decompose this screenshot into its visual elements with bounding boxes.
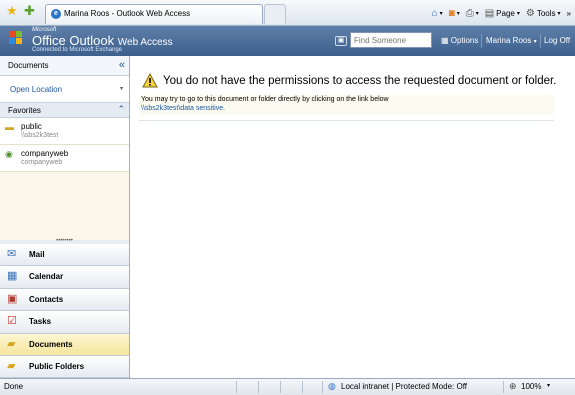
status-divider — [322, 381, 323, 393]
user-menu-button[interactable]: Marina Roos ▾ — [483, 34, 540, 48]
brand-tagline: Connected to Microsoft Exchange — [32, 47, 123, 53]
page-menu-label: Page — [496, 8, 515, 18]
chevron-down-icon: ▾ — [119, 86, 123, 92]
browser-toolbar: ★ ✚ e Marina Roos - Outlook Web Access ⌂… — [0, 0, 575, 26]
public-folders-icon: ▰ — [7, 359, 16, 372]
error-description: You may try to go to this document or fo… — [141, 96, 389, 103]
error-title: You do not have the permissions to acces… — [163, 75, 557, 87]
chevron-down-icon: ▾ — [557, 10, 561, 17]
status-text: Done — [4, 382, 24, 391]
log-off-button[interactable]: Log Off — [541, 34, 573, 48]
chevron-down-icon: ▾ — [475, 10, 479, 17]
ie-page-icon: e — [51, 9, 61, 19]
pane-header: Documents « — [0, 56, 129, 76]
nav-label: Mail — [29, 250, 45, 259]
sharepoint-site-icon: ◉ — [5, 149, 13, 159]
brand-product: Office Outlook Web Access — [32, 33, 173, 48]
favorites-label: Favorites — [8, 106, 41, 115]
nav-label: Calendar — [29, 272, 64, 282]
content-area: You do not have the permissions to acces… — [131, 56, 575, 378]
owa-header: Microsoft Office Outlook Web Access Conn… — [0, 26, 575, 56]
status-divider — [302, 381, 303, 393]
nav-calendar[interactable]: ▦ Calendar — [0, 266, 129, 289]
browser-tab-title: Marina Roos - Outlook Web Access — [64, 9, 191, 18]
favorite-path: companyweb — [21, 159, 63, 166]
folder-icon: ▬ — [5, 122, 14, 132]
print-icon: ⎙ — [465, 7, 474, 19]
office-logo-icon — [9, 31, 23, 45]
address-book-icon[interactable]: ▣ — [335, 36, 347, 46]
security-zone: Local intranet | Protected Mode: Off — [341, 382, 467, 391]
calendar-icon: ▦ — [7, 270, 18, 283]
nav-documents[interactable]: ▰ Documents — [0, 333, 129, 356]
open-location-label: Open Location — [10, 85, 63, 94]
tools-menu-label: Tools — [536, 8, 556, 18]
status-bar: Done ◍ Local intranet | Protected Mode: … — [0, 378, 575, 395]
home-button[interactable]: ⌂ ▾ — [432, 8, 443, 19]
divider — [139, 120, 554, 121]
nav-tasks[interactable]: ☑ Tasks — [0, 311, 129, 334]
chevron-down-icon[interactable]: ▾ — [547, 382, 550, 389]
nav-contacts[interactable]: ▣ Contacts — [0, 288, 129, 312]
home-icon: ⌂ — [431, 7, 438, 19]
options-button[interactable]: ▦ Options — [438, 34, 481, 48]
brand-product-name: Office Outlook — [32, 33, 115, 48]
page-icon: ▤ — [484, 7, 495, 19]
zoom-level[interactable]: 100% — [521, 382, 541, 391]
gear-icon: ⚙ — [525, 7, 535, 19]
status-divider — [280, 381, 281, 393]
brand-product-suffix: Web Access — [117, 37, 173, 48]
nav-label: Documents — [29, 339, 73, 349]
nav-label: Tasks — [29, 317, 52, 327]
favorite-item-companyweb[interactable]: ◉ companyweb companyweb — [0, 145, 129, 172]
status-divider — [503, 381, 504, 393]
status-divider — [258, 381, 259, 393]
user-name: Marina Roos — [486, 36, 532, 45]
favorites-star-icon[interactable]: ★ — [6, 4, 18, 18]
favorite-path: \\sbs2k3test — [21, 132, 59, 139]
contacts-icon: ▣ — [7, 292, 18, 305]
feeds-icon: ◙ — [448, 7, 455, 19]
options-icon: ▦ — [441, 36, 449, 45]
module-navigation: ✉ Mail ▦ Calendar ▣ Contacts ☑ Tasks ▰ Docume… — [0, 244, 129, 379]
favorite-name: public — [21, 122, 42, 131]
mail-icon: ✉ — [7, 248, 17, 260]
open-location-button[interactable]: Open Location ▾ — [0, 82, 129, 98]
new-tab-button[interactable] — [264, 4, 286, 24]
nav-public-folders[interactable]: ▰ Public Folders — [0, 355, 129, 379]
find-someone-input[interactable] — [350, 32, 432, 48]
collapse-pane-icon[interactable]: « — [119, 58, 125, 72]
header-divider — [481, 34, 482, 48]
chevron-down-icon: ▾ — [516, 10, 520, 17]
collapse-favorites-icon[interactable]: ⌃ — [117, 104, 125, 115]
feeds-button[interactable]: ◙ ▾ — [449, 8, 460, 19]
favorite-item-public[interactable]: ▬ public \\sbs2k3test — [0, 118, 129, 145]
zoom-icon[interactable]: ⊕ — [509, 381, 517, 392]
favorites-header[interactable]: Favorites ⌃ — [0, 102, 129, 118]
status-divider — [236, 381, 237, 393]
print-button[interactable]: ⎙ ▾ — [466, 8, 479, 19]
tools-menu-button[interactable]: ⚙ Tools ▾ — [526, 8, 561, 19]
chevron-down-icon: ▾ — [439, 10, 443, 17]
tasks-icon: ☑ — [7, 315, 17, 328]
intranet-globe-icon: ◍ — [328, 381, 336, 391]
nav-label: Public Folders — [29, 361, 85, 371]
pane-title: Documents — [8, 61, 49, 70]
documents-icon: ▰ — [7, 337, 16, 350]
chevron-down-icon: ▾ — [456, 10, 460, 17]
browser-tab[interactable]: e Marina Roos - Outlook Web Access — [45, 4, 263, 24]
nav-mail[interactable]: ✉ Mail — [0, 244, 129, 267]
options-label: Options — [450, 36, 479, 45]
warning-icon — [142, 73, 158, 88]
favorite-name: companyweb — [21, 149, 69, 158]
nav-label: Contacts — [29, 294, 64, 304]
navigation-pane: Documents « Open Location ▾ Favorites ⌃ … — [0, 56, 130, 379]
document-link[interactable]: \\sbs2k3test\data sensitive. — [141, 105, 225, 112]
page-menu-button[interactable]: ▤ Page ▾ — [485, 8, 520, 19]
more-commands-button[interactable]: » — [567, 9, 571, 18]
command-bar: ⌂ ▾ ◙ ▾ ⎙ ▾ ▤ Page ▾ ⚙ Tools ▾ » — [432, 6, 571, 20]
chevron-down-icon: ▾ — [533, 39, 537, 45]
favorites-list: ▬ public \\sbs2k3test ◉ companyweb compa… — [0, 118, 129, 240]
add-favorites-icon[interactable]: ✚ — [24, 4, 35, 18]
